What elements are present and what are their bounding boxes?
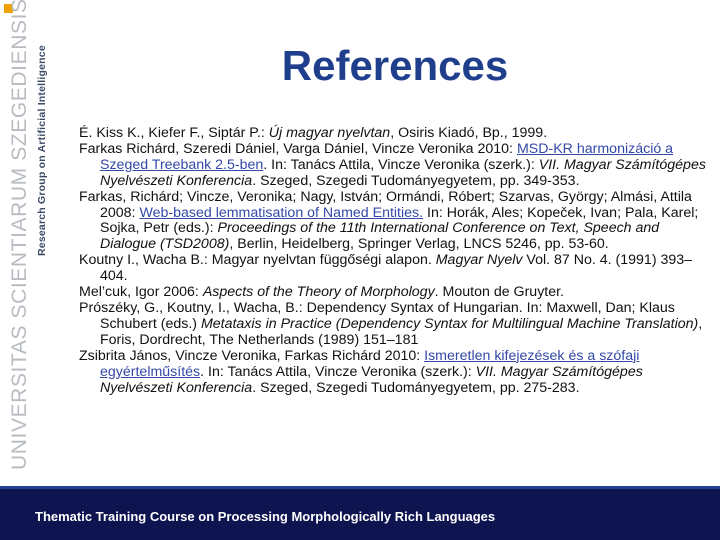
reference-item: Farkas Richárd, Szeredi Dániel, Varga Dá… [79, 140, 707, 190]
footer-caption: Thematic Training Course on Processing M… [35, 509, 496, 524]
reference-text: Farkas Richárd, Szeredi Dániel, Varga Dá… [79, 140, 517, 157]
footer-bar: Thematic Training Course on Processing M… [0, 489, 720, 540]
reference-italic-title: Metataxis in Practice (Dependency Syntax… [200, 315, 699, 332]
reference-text: , Osiris Kiadó, Bp., 1999. [390, 125, 548, 141]
reference-text: É. Kiss K., Kiefer F., Siptár P.: [79, 125, 269, 141]
reference-item: É. Kiss K., Kiefer F., Siptár P.: Új mag… [79, 125, 707, 142]
reference-text: Zsibrita János, Vincze Veronika, Farkas … [79, 347, 425, 364]
reference-italic-title: Magyar Nyelv [435, 252, 523, 269]
reference-text: Koutny I., Wacha B.: Magyar nyelvtan füg… [79, 252, 436, 269]
reference-text: , Berlin, Heidelberg, Springer Verlag, L… [229, 236, 609, 253]
reference-text: . Mouton de Gruyter. [434, 284, 565, 301]
slide-title: References [281, 42, 509, 89]
university-label: UNIVERSITAS SCIENTIARUM SZEGEDIENSIS [8, 0, 31, 470]
reference-item: Mel’cuk, Igor 2006: Aspects of the Theor… [79, 284, 707, 301]
reference-item: Farkas, Richárd; Vincze, Veronika; Nagy,… [79, 189, 707, 254]
university-branding-strip: Research Group on Artificial Intelligenc… [0, 0, 60, 488]
reference-text: . Szeged, Szegedi Tudományegyetem, pp. 3… [252, 172, 580, 189]
reference-text: . In: Tanács Attila, Vincze Veronika (sz… [200, 363, 476, 380]
reference-item: Prószéky, G., Koutny, I., Wacha, B.: Dep… [79, 300, 707, 349]
reference-text: . Szeged, Szegedi Tudományegyetem, pp. 2… [252, 379, 580, 396]
reference-item: Zsibrita János, Vincze Veronika, Farkas … [79, 347, 707, 397]
research-group-label: Research Group on Artificial Intelligenc… [36, 45, 48, 256]
reference-italic-title: Aspects of the Theory of Morphology [202, 284, 435, 301]
reference-text: . In: Tanács Attila, Vincze Veronika (sz… [263, 156, 539, 173]
reference-list: É. Kiss K., Kiefer F., Siptár P.: Új mag… [79, 125, 707, 397]
reference-link[interactable]: Web-based lemmatisation of Named Entitie… [139, 205, 423, 221]
reference-italic-title: Új magyar nyelvtan [268, 125, 391, 141]
reference-text: Mel’cuk, Igor 2006: [79, 284, 203, 301]
reference-item: Koutny I., Wacha B.: Magyar nyelvtan füg… [79, 252, 707, 285]
